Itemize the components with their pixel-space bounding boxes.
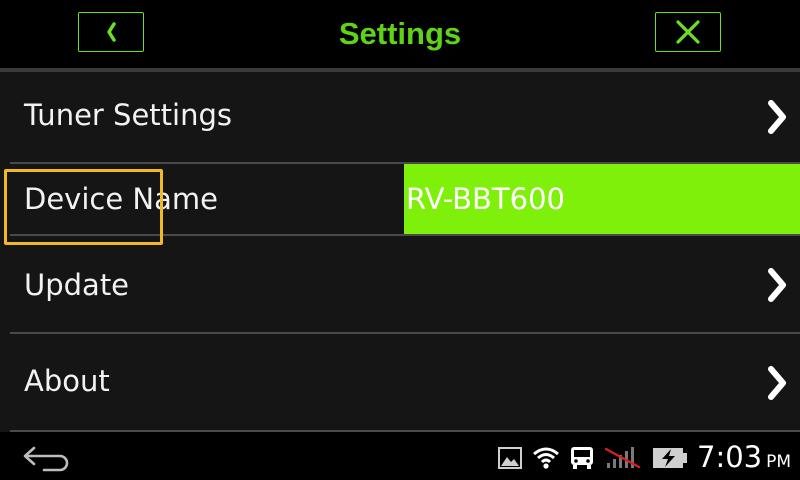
settings-item-label: Tuner Settings (24, 98, 232, 132)
status-clock: 7:03 PM (697, 436, 791, 480)
cellular-status (605, 436, 641, 480)
settings-item-tuner-settings[interactable]: Tuner Settings (0, 72, 800, 162)
row-divider (10, 430, 800, 432)
clock-ampm: PM (766, 452, 792, 472)
chevron-right-icon (768, 268, 786, 302)
status-bar: 7:03 PM (0, 436, 800, 480)
wifi-icon (533, 447, 559, 469)
battery-charging-icon (653, 448, 687, 468)
settings-item-label: About (24, 364, 110, 398)
settings-list: Tuner Settings Device Name RV-BBT600 Upd… (0, 72, 800, 432)
nav-back-button[interactable] (22, 436, 74, 480)
back-arrow-icon (23, 446, 69, 472)
no-signal-icon (605, 447, 641, 469)
image-icon (498, 447, 522, 469)
title-bar: Settings (0, 0, 800, 68)
bus-icon (571, 447, 593, 469)
chevron-right-icon (768, 366, 786, 400)
chevron-left-icon (107, 22, 116, 42)
settings-item-update[interactable]: Update (0, 236, 800, 332)
close-icon (676, 20, 700, 44)
chevron-right-icon (768, 100, 786, 134)
settings-item-device-name: Device Name RV-BBT600 (0, 164, 800, 234)
image-notification (498, 436, 522, 480)
settings-item-about[interactable]: About (0, 334, 800, 430)
battery-status (652, 436, 688, 480)
settings-item-label: Device Name (24, 182, 218, 216)
back-button[interactable] (78, 12, 144, 52)
wifi-status (533, 436, 559, 480)
device-name-field[interactable]: RV-BBT600 (404, 164, 800, 234)
clock-time: 7:03 (697, 440, 763, 474)
vehicle-status (568, 436, 596, 480)
settings-item-label: Update (24, 268, 130, 302)
close-button[interactable] (655, 12, 721, 52)
